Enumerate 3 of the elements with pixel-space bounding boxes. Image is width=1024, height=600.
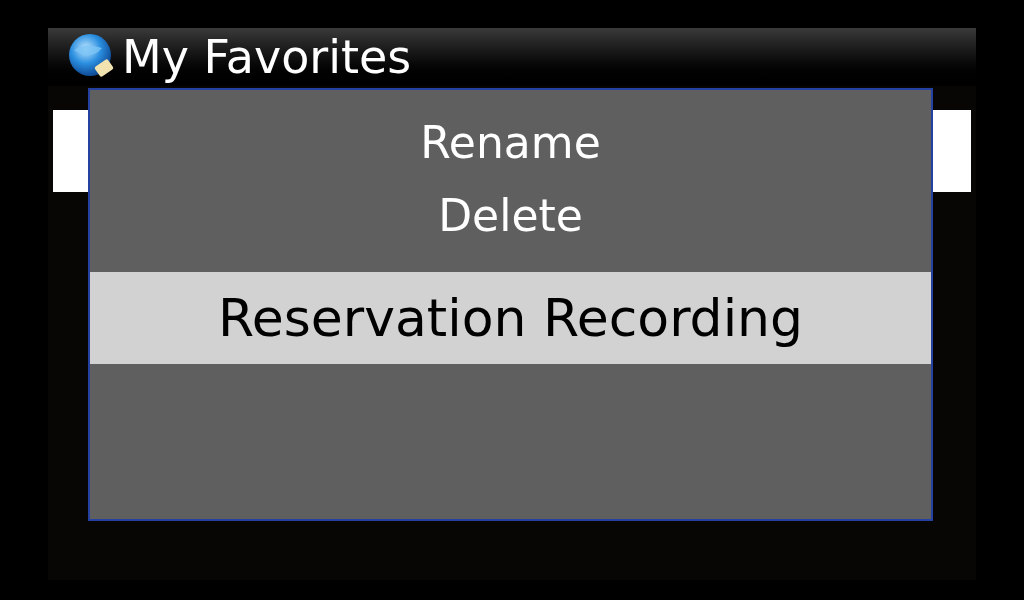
- menu-item[interactable]: Rename: [90, 106, 931, 179]
- menu-item[interactable]: Delete: [90, 179, 931, 252]
- menu-item[interactable]: Reservation Recording: [90, 272, 931, 364]
